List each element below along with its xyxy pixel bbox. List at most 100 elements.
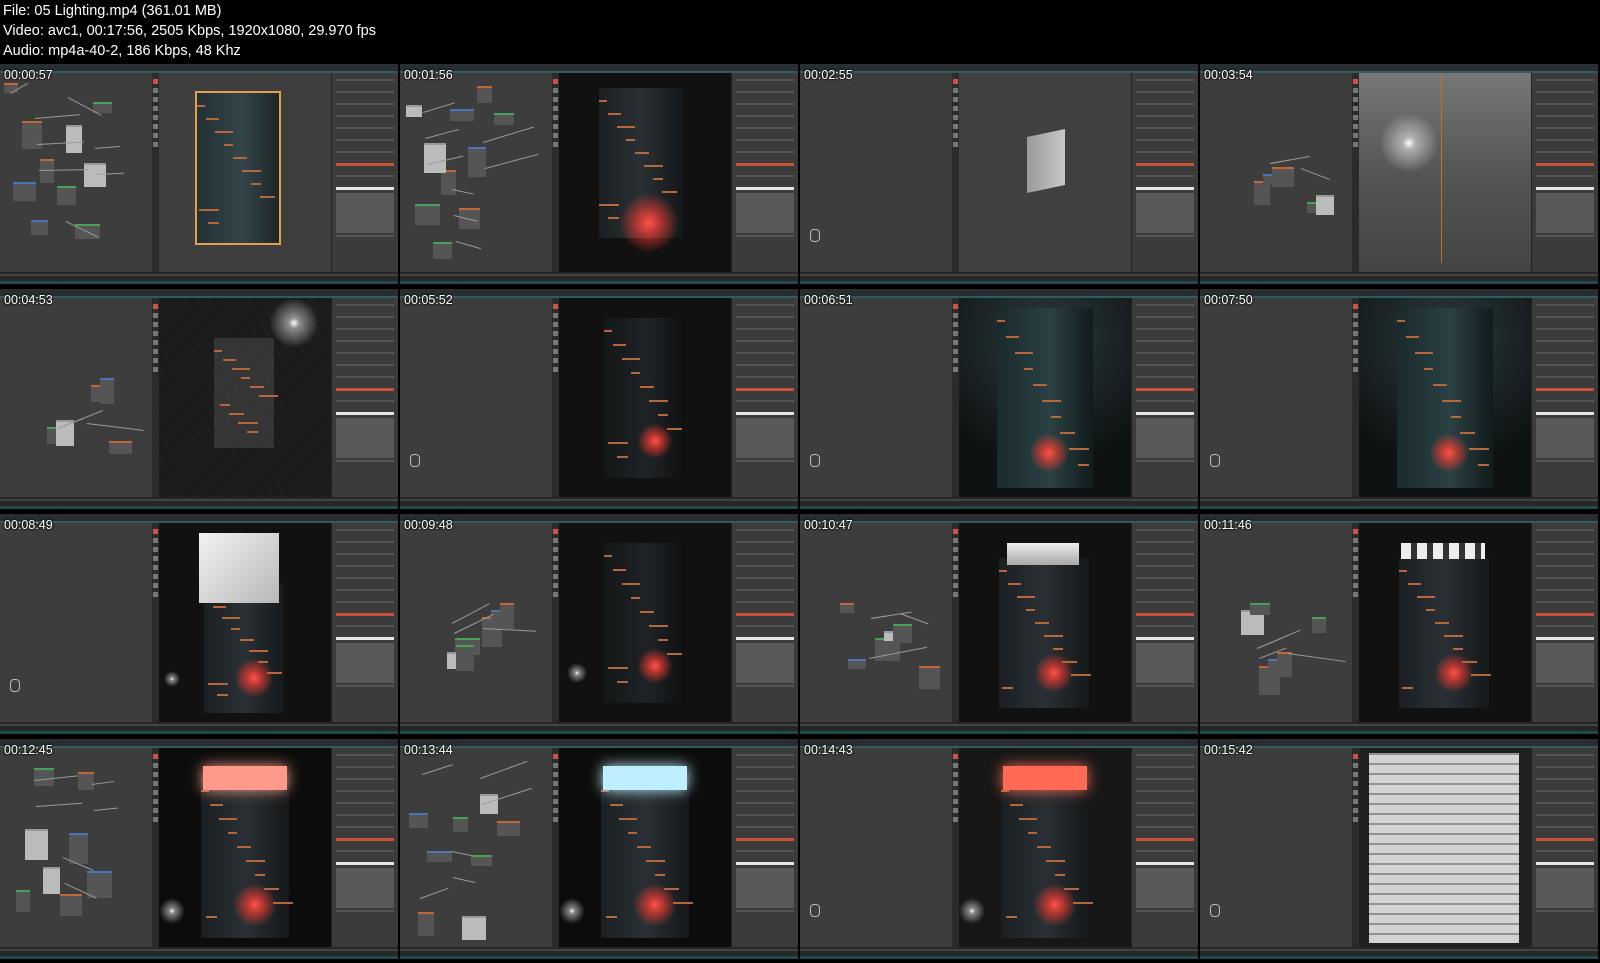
property-row bbox=[1536, 352, 1594, 354]
properties-panel bbox=[1131, 73, 1198, 272]
property-row bbox=[1536, 175, 1594, 177]
video-info-line: Video: avc1, 00:17:56, 2505 Kbps, 1920x1… bbox=[3, 23, 376, 39]
tower-detail bbox=[246, 860, 265, 862]
graph-node bbox=[450, 109, 474, 121]
property-row bbox=[736, 388, 794, 391]
video-thumbnail: 00:15:42 bbox=[1200, 739, 1598, 959]
toolbar-tool-icon bbox=[153, 565, 158, 570]
toolbar-tool-icon bbox=[153, 547, 158, 552]
toolbar-tool-icon bbox=[553, 358, 558, 363]
editor-menubar bbox=[800, 64, 1198, 73]
video-thumbnail: 00:12:45 bbox=[0, 739, 398, 959]
tower-detail bbox=[220, 404, 230, 406]
toolbar-tool-icon bbox=[953, 754, 958, 759]
editor-menubar bbox=[400, 514, 798, 523]
toolbar-tool-icon bbox=[153, 106, 158, 111]
property-row bbox=[736, 601, 794, 603]
toolbar-tool-icon bbox=[1353, 115, 1358, 120]
property-row bbox=[336, 139, 394, 141]
graph-node bbox=[406, 105, 422, 117]
properties-panel bbox=[1131, 523, 1198, 722]
toolbar-tool-icon bbox=[153, 538, 158, 543]
graph-wire bbox=[92, 780, 114, 785]
tower-detail bbox=[1397, 320, 1405, 322]
toolbar-tool-icon bbox=[1353, 304, 1358, 309]
property-row bbox=[1136, 637, 1194, 640]
property-block bbox=[1136, 868, 1194, 908]
timeline-bar bbox=[800, 272, 1198, 284]
editor-menubar bbox=[0, 739, 398, 748]
property-row bbox=[1536, 577, 1594, 579]
toolbar-tool-icon bbox=[1353, 790, 1358, 795]
graph-node bbox=[893, 624, 912, 643]
property-row bbox=[736, 826, 794, 828]
toolbar-tool-icon bbox=[553, 583, 558, 588]
properties-panel bbox=[731, 748, 798, 947]
tower-detail bbox=[617, 681, 628, 683]
property-row bbox=[1536, 778, 1594, 780]
thumbnail-timestamp: 00:00:57 bbox=[4, 68, 53, 82]
property-row bbox=[736, 529, 794, 531]
toolbar-tool-icon bbox=[953, 529, 958, 534]
property-row bbox=[1536, 601, 1594, 603]
tower-detail bbox=[1071, 674, 1091, 676]
viewport-toolbar bbox=[552, 748, 559, 947]
graph-wire bbox=[455, 241, 481, 250]
toolbar-tool-icon bbox=[553, 133, 558, 138]
viewport-toolbar bbox=[952, 73, 959, 272]
toolbar-tool-icon bbox=[553, 547, 558, 552]
property-row bbox=[336, 412, 394, 415]
toolbar-tool-icon bbox=[953, 556, 958, 561]
graph-wire bbox=[1300, 168, 1330, 181]
property-row bbox=[1536, 412, 1594, 415]
property-row bbox=[736, 910, 794, 912]
property-row bbox=[1536, 388, 1594, 391]
tower-detail bbox=[626, 139, 635, 141]
viewport-toolbar bbox=[952, 298, 959, 497]
property-row bbox=[736, 376, 794, 378]
mouse-icon bbox=[10, 679, 20, 692]
property-row bbox=[1536, 304, 1594, 306]
tower-detail bbox=[1442, 400, 1461, 402]
property-row bbox=[1136, 790, 1194, 792]
property-row bbox=[336, 601, 394, 603]
graph-node bbox=[840, 603, 854, 613]
toolbar-tool-icon bbox=[953, 781, 958, 786]
3d-viewport bbox=[559, 523, 731, 722]
point-light bbox=[159, 898, 185, 924]
video-thumbnail: 00:09:48 bbox=[400, 514, 798, 734]
thumbnail-timestamp: 00:03:54 bbox=[1204, 68, 1253, 82]
tower-detail bbox=[1451, 416, 1461, 418]
toolbar-tool-icon bbox=[553, 772, 558, 777]
property-row bbox=[336, 187, 394, 190]
timeline-bar bbox=[1200, 272, 1598, 284]
toolbar-tool-icon bbox=[153, 772, 158, 777]
property-row bbox=[336, 577, 394, 579]
property-row bbox=[736, 862, 794, 865]
property-row bbox=[736, 79, 794, 81]
graph-node bbox=[69, 833, 88, 864]
viewport-toolbar bbox=[1352, 523, 1359, 722]
tower-detail bbox=[210, 804, 223, 806]
graph-node bbox=[43, 867, 60, 894]
mouse-icon bbox=[810, 904, 820, 917]
toolbar-tool-icon bbox=[153, 97, 158, 102]
toolbar-tool-icon bbox=[1353, 808, 1358, 813]
viewport-toolbar bbox=[952, 523, 959, 722]
property-row bbox=[336, 826, 394, 828]
tower-detail bbox=[613, 344, 626, 346]
tower-detail bbox=[1417, 596, 1435, 598]
toolbar-tool-icon bbox=[553, 349, 558, 354]
toolbar-tool-icon bbox=[153, 133, 158, 138]
property-row bbox=[1136, 577, 1194, 579]
property-row bbox=[1536, 235, 1594, 237]
toolbar-tool-icon bbox=[553, 808, 558, 813]
property-row bbox=[336, 589, 394, 591]
timeline-bar bbox=[0, 947, 398, 959]
property-row bbox=[736, 103, 794, 105]
red-light-glow bbox=[637, 423, 673, 459]
tower-detail bbox=[260, 196, 275, 198]
toolbar-tool-icon bbox=[153, 79, 158, 84]
lit-top-surface bbox=[1003, 766, 1087, 790]
graph-wire bbox=[454, 622, 477, 634]
